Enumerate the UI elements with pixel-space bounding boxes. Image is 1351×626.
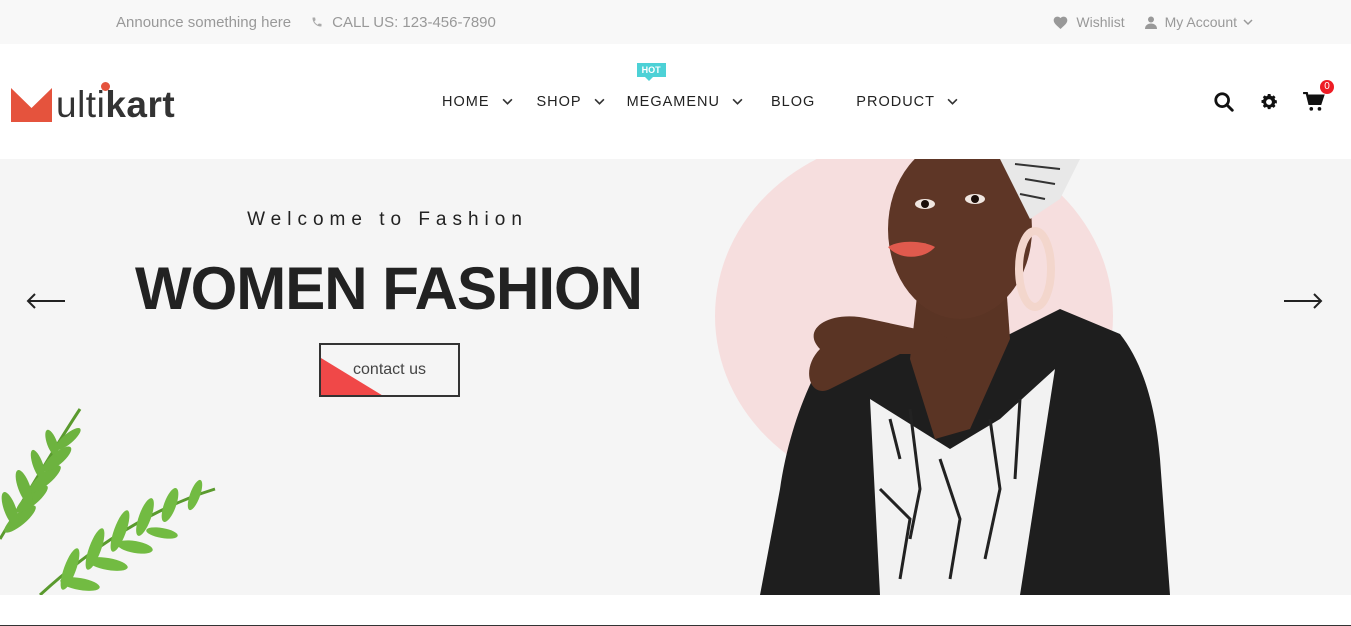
contact-us-label: contact us (353, 361, 426, 378)
chevron-down-icon (1243, 19, 1253, 26)
phone-icon (311, 16, 325, 28)
main-nav: HOME SHOP HOT MEGAMENU BLOG PRODUCT (442, 44, 958, 159)
nav-label-home: HOME (442, 93, 490, 110)
announcement-text: Announce something here (116, 13, 292, 31)
chevron-down-icon (732, 96, 743, 107)
hero-subtitle: Welcome to Fashion (247, 209, 528, 230)
logo-text-ulti: ulti (56, 84, 106, 125)
wishlist-link[interactable]: Wishlist (1053, 14, 1125, 30)
my-account-label: My Account (1164, 14, 1237, 30)
search-icon[interactable] (1213, 91, 1235, 113)
logo-dot (101, 82, 110, 91)
phone-number: CALL US: 123-456-7890 (332, 13, 496, 31)
chevron-down-icon (947, 96, 958, 107)
hero-title: WOMEN FASHION (135, 255, 643, 322)
hot-badge: HOT (636, 62, 666, 81)
chevron-down-icon (502, 96, 513, 107)
top-bar: Announce something here CALL US: 123-456… (0, 0, 1351, 44)
logo-text-kart: kart (105, 84, 176, 125)
contact-us-button[interactable]: contact us (319, 343, 460, 397)
main-header: ultikart HOME SHOP HOT MEGAMENU BLOG PRO… (0, 44, 1351, 159)
header-icons: 0 (1189, 44, 1334, 159)
slider-prev-arrow-icon[interactable] (26, 293, 66, 309)
nav-item-blog[interactable]: BLOG (771, 94, 815, 110)
wishlist-label: Wishlist (1076, 14, 1125, 30)
my-account-link[interactable]: My Account (1144, 14, 1253, 30)
cart-count-badge: 0 (1320, 79, 1334, 94)
logo-m-mark (11, 88, 52, 122)
cart-icon[interactable]: 0 (1303, 79, 1334, 112)
slider-next-arrow-icon[interactable] (1283, 293, 1323, 309)
fern-decoration (0, 408, 216, 595)
nav-label-megamenu: MEGAMENU (626, 93, 720, 110)
top-bar-right: Wishlist My Account (1053, 0, 1253, 44)
chevron-down-icon (594, 96, 605, 107)
gear-icon[interactable] (1259, 92, 1279, 112)
hero-banner: Welcome to Fashion WOMEN FASHION contact… (0, 159, 1351, 595)
logo-wordmark: ultikart (56, 82, 175, 123)
nav-item-megamenu[interactable]: HOT MEGAMENU (626, 62, 743, 110)
nav-label-blog: BLOG (771, 93, 816, 110)
nav-label-shop: SHOP (536, 93, 582, 110)
user-icon (1144, 16, 1157, 29)
nav-item-home[interactable]: HOME (442, 94, 513, 110)
nav-item-product[interactable]: PRODUCT (856, 94, 958, 110)
nav-item-shop[interactable]: SHOP (537, 94, 605, 110)
top-bar-left: Announce something here CALL US: 123-456… (116, 0, 496, 44)
heart-icon (1054, 16, 1068, 29)
model-image (760, 159, 1170, 595)
nav-label-product: PRODUCT (856, 93, 935, 110)
logo[interactable]: ultikart (11, 82, 175, 123)
